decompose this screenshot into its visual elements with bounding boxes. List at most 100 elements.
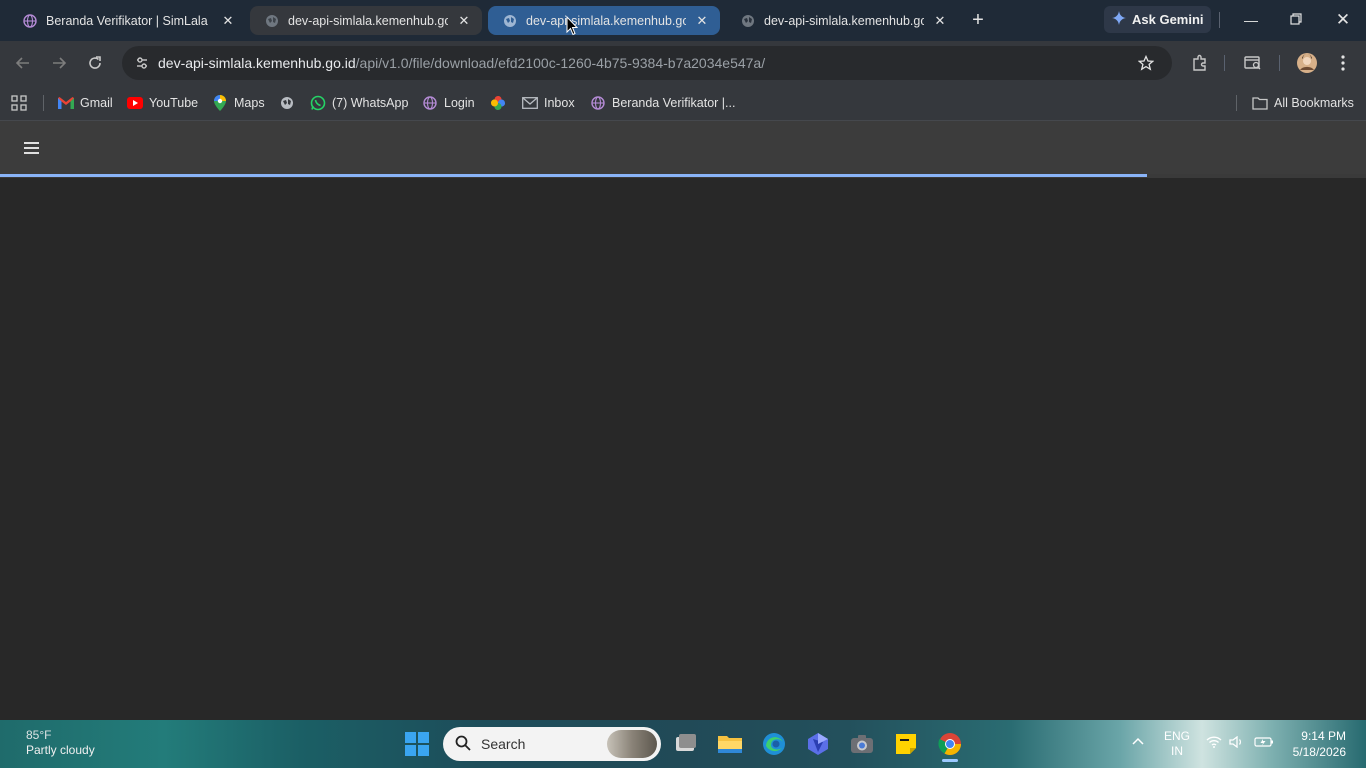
simlala-globe-icon [590, 95, 606, 111]
bookmark-beranda-verifikator[interactable]: Beranda Verifikator |... [590, 91, 735, 115]
bookmark-youtube[interactable]: YouTube [127, 91, 198, 115]
bookmarks-bar: Gmail YouTube Maps (7) WhatsApp Login In… [0, 85, 1366, 121]
loading-progress-fill [0, 174, 1148, 177]
bookmark-label: Gmail [80, 96, 113, 110]
photos-icon [490, 95, 506, 111]
close-tab-icon[interactable]: ✕ [694, 13, 710, 29]
tab-title: dev-api-simlala.kemenhub.go.id [764, 13, 924, 28]
region-code: IN [1171, 744, 1183, 758]
bookmark-login[interactable]: Login [422, 91, 475, 115]
mouse-cursor-icon [566, 15, 579, 36]
search-highlight-image [607, 730, 657, 758]
tab-title: dev-api-simlala.kemenhub.go.id [288, 13, 448, 28]
sticky-notes-icon[interactable] [892, 730, 920, 758]
bookmark-maps[interactable]: Maps [212, 91, 265, 115]
file-explorer-icon[interactable] [716, 730, 744, 758]
tab-dev-api-4[interactable]: dev-api-simlala.kemenhub.go.id ✕ [726, 6, 958, 35]
bookmark-whatsapp[interactable]: (7) WhatsApp [310, 91, 408, 115]
page-header [0, 121, 1366, 174]
bookmark-globe[interactable] [279, 91, 301, 115]
wifi-icon[interactable] [1203, 736, 1225, 752]
profile-avatar[interactable] [1295, 51, 1319, 75]
tab-search-icon[interactable] [1241, 51, 1265, 75]
kebab-menu-icon[interactable] [1331, 51, 1355, 75]
bookmark-star-icon[interactable] [1134, 51, 1158, 75]
close-tab-icon[interactable]: ✕ [220, 13, 236, 29]
bookmark-label: Maps [234, 96, 265, 110]
bookmark-label: Login [444, 96, 475, 110]
input-language-indicator[interactable]: ENG IN [1160, 729, 1194, 759]
apps-grid-icon[interactable] [11, 91, 27, 115]
forward-arrow-icon[interactable] [47, 51, 71, 75]
weather-description: Partly cloudy [26, 743, 95, 757]
taskbar-search[interactable]: Search [443, 727, 661, 761]
tab-beranda-verifikator[interactable]: Beranda Verifikator | SimLala ✕ [8, 6, 246, 35]
search-icon [455, 735, 471, 754]
url-text[interactable]: dev-api-simlala.kemenhub.go.id/api/v1.0/… [158, 55, 765, 71]
extensions-icon[interactable] [1188, 51, 1212, 75]
windows-start-icon[interactable] [405, 732, 429, 756]
battery-charging-icon[interactable] [1252, 736, 1276, 752]
simlala-globe-icon [22, 13, 38, 29]
page-content [0, 178, 1366, 720]
all-bookmarks-label: All Bookmarks [1274, 96, 1354, 110]
reload-icon[interactable] [83, 51, 107, 75]
globe-icon [279, 95, 295, 111]
folder-icon [1252, 95, 1268, 111]
search-placeholder: Search [481, 736, 526, 752]
language-code: ENG [1163, 729, 1190, 743]
tab-dev-api-2[interactable]: dev-api-simlala.kemenhub.go.id ✕ [250, 6, 482, 35]
globe-icon [740, 13, 756, 29]
system-clock[interactable]: 9:14 PM 5/18/2026 [1293, 728, 1346, 760]
back-arrow-icon[interactable] [11, 51, 35, 75]
gemini-sparkle-icon [1112, 11, 1126, 28]
tab-title: Beranda Verifikator | SimLala [46, 13, 208, 28]
globe-icon [264, 13, 280, 29]
tab-dev-api-3[interactable]: dev-api-simlala.kemenhub.go.id ✕ [488, 6, 720, 35]
globe-icon [502, 13, 518, 29]
hamburger-menu-icon[interactable] [20, 137, 44, 159]
url-host: dev-api-simlala.kemenhub.go.id [158, 55, 356, 71]
bookmark-inbox[interactable]: Inbox [522, 91, 575, 115]
clock-time: 9:14 PM [1301, 729, 1346, 743]
simlala-globe-icon [422, 95, 438, 111]
divider [43, 95, 44, 111]
site-info-icon[interactable] [130, 51, 154, 75]
restore-icon[interactable] [1284, 8, 1308, 32]
new-tab-button[interactable]: + [966, 8, 990, 32]
windows-taskbar: 85°F Partly cloudy Search ENG IN 9:14 PM… [0, 720, 1366, 768]
all-bookmarks-button[interactable]: All Bookmarks [1252, 91, 1354, 115]
bookmark-gmail[interactable]: Gmail [58, 91, 113, 115]
show-hidden-icons-chevron-icon[interactable] [1126, 734, 1150, 749]
edge-browser-icon[interactable] [760, 730, 788, 758]
volume-icon[interactable] [1226, 735, 1248, 752]
bookmark-label: Inbox [544, 96, 575, 110]
gmail-icon [58, 95, 74, 111]
camera-icon[interactable] [848, 730, 876, 758]
divider [1279, 55, 1280, 71]
ask-gemini-button[interactable]: Ask Gemini [1104, 6, 1211, 33]
address-bar[interactable]: dev-api-simlala.kemenhub.go.id/api/v1.0/… [122, 46, 1172, 80]
task-view-icon[interactable] [672, 730, 700, 758]
bookmark-label: (7) WhatsApp [332, 96, 409, 110]
active-app-indicator [942, 759, 958, 762]
copilot-icon[interactable] [804, 730, 832, 758]
divider [1219, 12, 1220, 28]
bookmark-label: YouTube [149, 96, 199, 110]
mail-icon [522, 95, 538, 111]
tab-title: dev-api-simlala.kemenhub.go.id [526, 13, 686, 28]
weather-widget[interactable]: 85°F Partly cloudy [26, 728, 95, 758]
whatsapp-icon [310, 95, 326, 111]
weather-temperature: 85°F [26, 728, 52, 742]
close-tab-icon[interactable]: ✕ [456, 13, 472, 29]
clock-date: 5/18/2026 [1292, 745, 1346, 759]
minimize-icon[interactable]: — [1239, 8, 1263, 32]
divider [1224, 55, 1225, 71]
tab-strip: Beranda Verifikator | SimLala ✕ dev-api-… [0, 0, 1366, 41]
close-tab-icon[interactable]: ✕ [932, 13, 948, 29]
close-window-icon[interactable]: ✕ [1331, 8, 1355, 32]
bookmark-photos[interactable] [490, 91, 512, 115]
maps-icon [212, 95, 228, 111]
ask-gemini-label: Ask Gemini [1132, 12, 1204, 27]
chrome-icon[interactable] [936, 730, 964, 762]
